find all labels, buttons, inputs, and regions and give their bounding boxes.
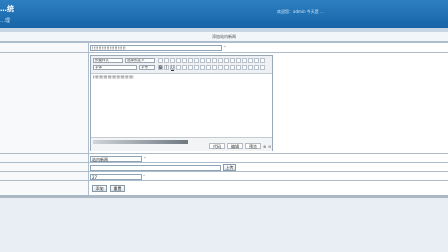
media-icon[interactable]: [224, 65, 229, 70]
app-subtitle: …理: [0, 18, 11, 24]
align-left-icon[interactable]: [158, 58, 163, 63]
table-icon[interactable]: [212, 65, 217, 70]
indent-icon[interactable]: [200, 58, 205, 63]
content-label-cell: [0, 53, 89, 154]
justify-icon[interactable]: [176, 58, 181, 63]
upload-button[interactable]: 上传: [223, 164, 236, 171]
app-header: …统 …理 欢迎您：admin 今天是 …: [0, 0, 448, 28]
submit-button[interactable]: 添加: [92, 185, 107, 192]
title-input[interactable]: !!!!!!!!!!!!!!!!!!!!!: [90, 45, 222, 51]
form-title: 添加站内新闻: [212, 34, 236, 39]
horizontal-rule-icon[interactable]: [242, 65, 247, 70]
mode-edit-button[interactable]: 编辑: [227, 143, 243, 149]
editor-toolbar: 预置样式 选择预定义 字体 字号 B I U: [91, 56, 272, 74]
ordered-list-icon[interactable]: [182, 58, 187, 63]
text-color-icon[interactable]: [206, 58, 211, 63]
mode-code-button[interactable]: 代码: [209, 143, 225, 149]
underline-icon[interactable]: U: [170, 65, 175, 70]
editor-content-text: !!!!!!!!!!!!!!!!!!!!!!!!!!!!!!!: [93, 75, 134, 80]
author-required-mark: *: [144, 156, 146, 161]
outdent-icon[interactable]: [194, 58, 199, 63]
copy-icon[interactable]: [224, 58, 229, 63]
order-required-mark: *: [143, 174, 145, 179]
find-icon[interactable]: [248, 58, 253, 63]
align-right-icon[interactable]: [170, 58, 175, 63]
zoom-out-icon[interactable]: ⊖: [268, 144, 271, 149]
paste-icon[interactable]: [230, 58, 235, 63]
spellcheck-icon[interactable]: [254, 58, 259, 63]
italic-icon[interactable]: I: [164, 65, 169, 70]
bg-color-icon[interactable]: [212, 58, 217, 63]
clean-icon[interactable]: [260, 58, 265, 63]
special-char-icon[interactable]: [236, 65, 241, 70]
unlink-icon[interactable]: [200, 65, 205, 70]
fullscreen-icon[interactable]: [254, 65, 259, 70]
app-title: …统: [0, 5, 14, 13]
about-icon[interactable]: [260, 65, 265, 70]
actions-row: 添加 重置: [0, 180, 448, 195]
format-select[interactable]: 预置样式: [93, 58, 123, 63]
reset-button[interactable]: 重置: [110, 185, 125, 192]
bold-icon[interactable]: B: [158, 65, 163, 70]
editor-statusbar: 代码 编辑 预览 ⊕ ⊖: [91, 137, 272, 151]
paste-word-icon[interactable]: [242, 58, 247, 63]
paste-text-icon[interactable]: [236, 58, 241, 63]
link-icon[interactable]: [194, 65, 199, 70]
title-label-cell: [0, 43, 89, 52]
actions-label-cell: [0, 181, 89, 195]
mode-preview-button[interactable]: 预览: [245, 143, 261, 149]
unordered-list-icon[interactable]: [188, 58, 193, 63]
zoom-in-icon[interactable]: ⊕: [263, 144, 266, 149]
font-size-select[interactable]: 字号: [139, 65, 155, 70]
welcome-status: 欢迎您：admin 今天是 …: [277, 9, 325, 14]
form-title-bar: 添加站内新闻: [0, 32, 448, 42]
flash-icon[interactable]: [218, 65, 223, 70]
date-icon[interactable]: [248, 65, 253, 70]
title-row: !!!!!!!!!!!!!!!!!!!!! *: [0, 42, 448, 52]
editor-content-area[interactable]: !!!!!!!!!!!!!!!!!!!!!!!!!!!!!!!: [92, 74, 271, 136]
rich-text-editor: 预置样式 选择预定义 字体 字号 B I U !!!!!!!!!!!!!!!!!…: [90, 55, 273, 151]
superscript-icon[interactable]: [182, 65, 187, 70]
font-family-select[interactable]: 字体: [93, 65, 137, 70]
align-center-icon[interactable]: [164, 58, 169, 63]
subscript-icon[interactable]: [188, 65, 193, 70]
title-required-mark: *: [224, 45, 226, 50]
cut-icon[interactable]: [218, 58, 223, 63]
emoticon-icon[interactable]: [230, 65, 235, 70]
image-icon[interactable]: [206, 65, 211, 70]
style-select[interactable]: 选择预定义: [125, 58, 155, 63]
footer-divider: [0, 195, 448, 198]
editor-resize-handle[interactable]: [93, 140, 188, 144]
strikethrough-icon[interactable]: [176, 65, 181, 70]
